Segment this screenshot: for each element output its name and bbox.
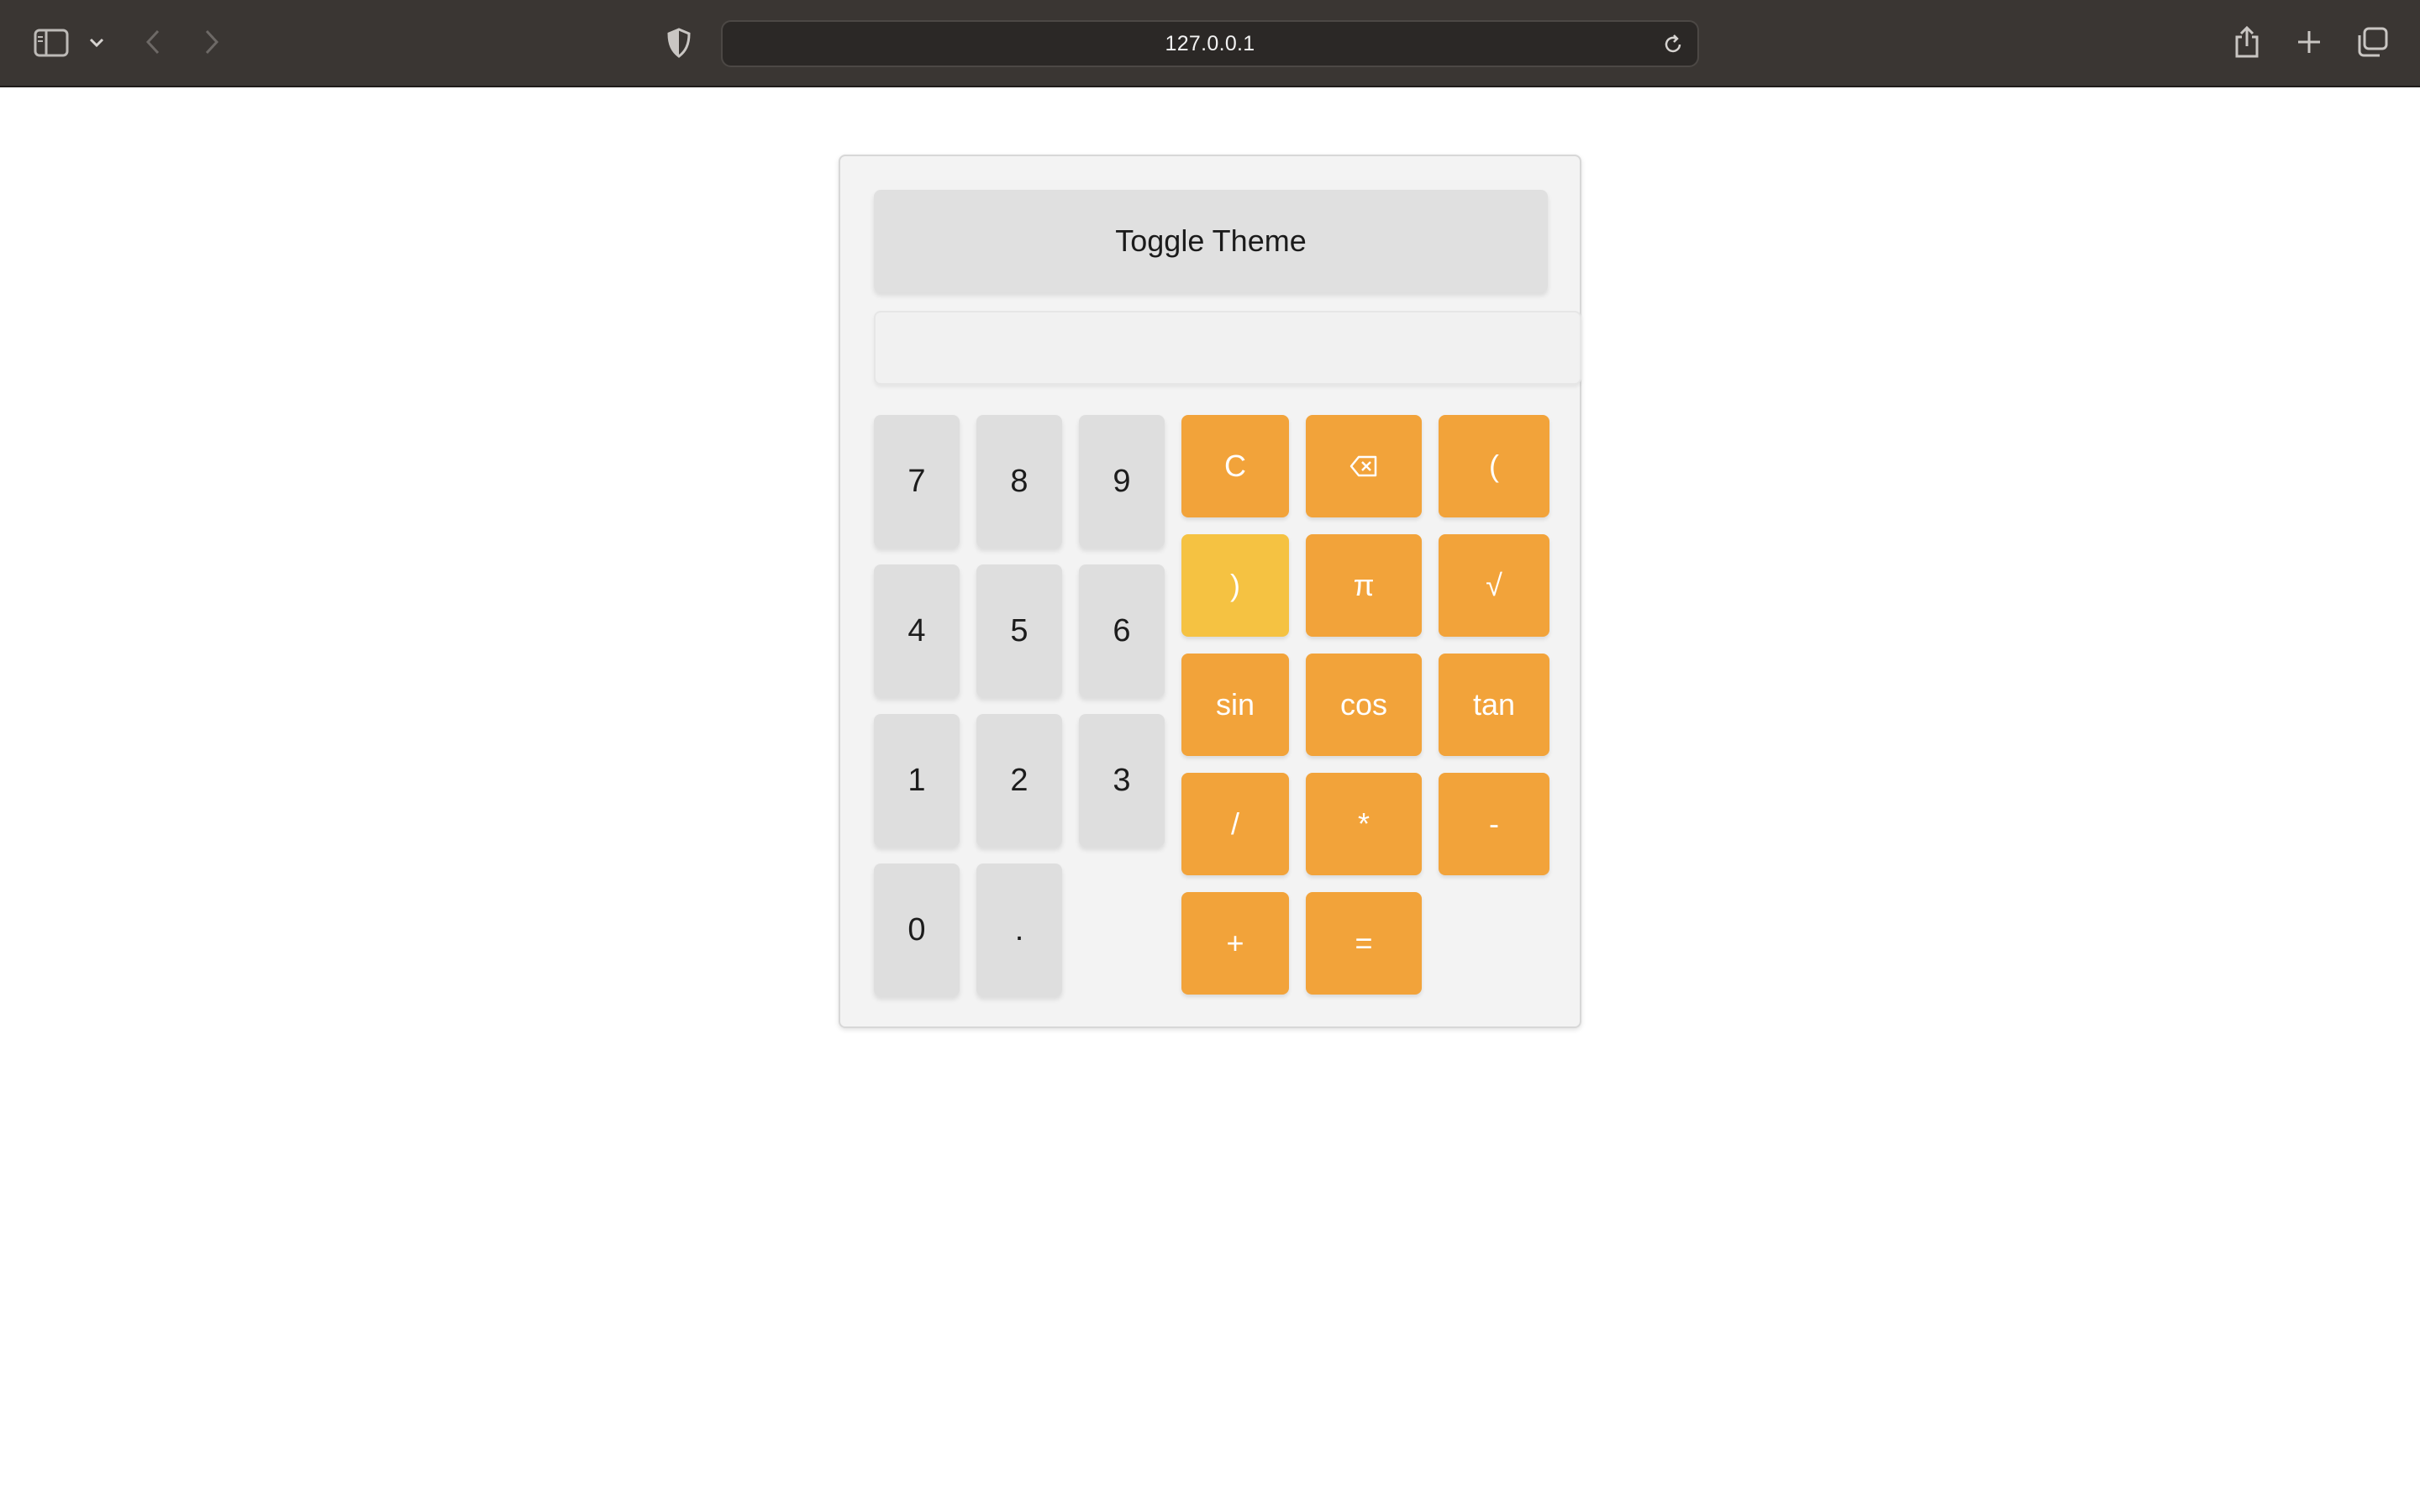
digit-5-button[interactable]: 5 (976, 564, 1062, 697)
sidebar-toggle-icon[interactable] (30, 25, 72, 60)
share-icon[interactable] (2228, 22, 2265, 62)
url-text: 127.0.0.1 (1165, 31, 1255, 55)
browser-toolbar: 127.0.0.1 (0, 0, 2420, 87)
digit-3-button[interactable]: 3 (1079, 714, 1165, 847)
backspace-icon (1349, 455, 1378, 477)
clear-button[interactable]: C (1181, 415, 1289, 517)
digit-9-button[interactable]: 9 (1079, 415, 1165, 548)
reload-icon[interactable] (1660, 32, 1686, 57)
divide-button[interactable]: / (1181, 773, 1289, 875)
chevron-down-icon[interactable] (84, 30, 109, 55)
multiply-button[interactable]: * (1306, 773, 1422, 875)
digit-2-button[interactable]: 2 (976, 714, 1062, 847)
cos-button[interactable]: cos (1306, 654, 1422, 756)
digit-7-button[interactable]: 7 (874, 415, 960, 548)
new-tab-plus-icon[interactable] (2291, 24, 2328, 60)
tan-button[interactable]: tan (1439, 654, 1549, 756)
address-bar[interactable]: 127.0.0.1 (721, 20, 1699, 67)
minus-button[interactable]: - (1439, 773, 1549, 875)
left-paren-button[interactable]: ( (1439, 415, 1549, 517)
decimal-point-button[interactable]: . (976, 864, 1062, 996)
sin-button[interactable]: sin (1181, 654, 1289, 756)
digit-6-button[interactable]: 6 (1079, 564, 1165, 697)
digit-1-button[interactable]: 1 (874, 714, 960, 847)
calculator-panel: Toggle Theme 7 8 9 4 5 6 1 2 3 0 . C ( )… (839, 155, 1581, 1028)
forward-arrow-icon[interactable] (193, 24, 230, 60)
toggle-theme-button[interactable]: Toggle Theme (874, 190, 1548, 292)
digit-8-button[interactable]: 8 (976, 415, 1062, 548)
equals-button[interactable]: = (1306, 892, 1422, 995)
pi-button[interactable]: π (1306, 534, 1422, 637)
back-arrow-icon[interactable] (134, 24, 171, 60)
right-paren-button[interactable]: ) (1181, 534, 1289, 637)
privacy-shield-icon[interactable] (662, 25, 696, 60)
sqrt-button[interactable]: √ (1439, 534, 1549, 637)
calculator-display[interactable] (874, 311, 1581, 385)
backspace-button[interactable] (1306, 415, 1422, 517)
plus-button[interactable]: + (1181, 892, 1289, 995)
digit-4-button[interactable]: 4 (874, 564, 960, 697)
digit-0-button[interactable]: 0 (874, 864, 960, 996)
tab-overview-icon[interactable] (2353, 24, 2391, 60)
